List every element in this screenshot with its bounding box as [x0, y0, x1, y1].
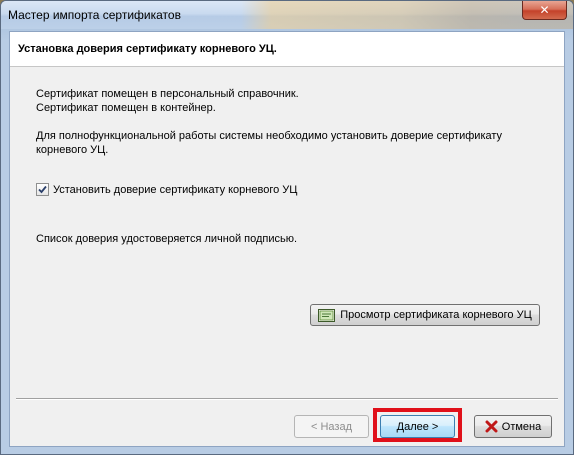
cancel-button[interactable]: Отмена: [474, 415, 552, 438]
status-line-personal: Сертификат помещен в персональный справо…: [36, 88, 299, 100]
wizard-panel: Установка доверия сертификату корневого …: [9, 31, 565, 447]
divider: [16, 398, 558, 400]
view-root-cert-label: Просмотр сертификата корневого УЦ: [340, 309, 532, 321]
close-button[interactable]: ✕: [522, 1, 567, 20]
trust-list-note: Список доверия удостоверяется личной под…: [36, 233, 298, 245]
certificate-icon: [318, 308, 336, 322]
status-line-container: Сертификат помещен в контейнер.: [36, 102, 216, 114]
back-button-label: < Назад: [311, 420, 352, 433]
cancel-button-label: Отмена: [501, 420, 542, 433]
info-paragraph-line1: Для полнофункциональной работы системы н…: [36, 130, 503, 142]
title-bar[interactable]: Мастер импорта сертификатов ✕: [1, 1, 573, 29]
page-title: Установка доверия сертификату корневого …: [18, 43, 277, 55]
trust-checkbox[interactable]: [36, 183, 49, 196]
checkmark-icon: [38, 185, 47, 194]
wizard-header: Установка доверия сертификату корневого …: [10, 32, 564, 67]
cancel-x-icon: [485, 420, 498, 433]
dialog-window: Мастер импорта сертификатов ✕ Установка …: [0, 0, 574, 455]
next-button[interactable]: Далее >: [380, 415, 455, 438]
trust-checkbox-label: Установить доверие сертификату корневого…: [53, 183, 298, 196]
close-icon: ✕: [539, 3, 550, 17]
back-button[interactable]: < Назад: [294, 415, 369, 438]
next-button-label: Далее >: [396, 420, 439, 433]
info-paragraph-line2: корневого УЦ.: [36, 144, 109, 156]
view-root-cert-button[interactable]: Просмотр сертификата корневого УЦ: [310, 304, 540, 326]
trust-checkbox-row[interactable]: Установить доверие сертификату корневого…: [36, 183, 297, 196]
window-title: Мастер импорта сертификатов: [8, 8, 181, 22]
